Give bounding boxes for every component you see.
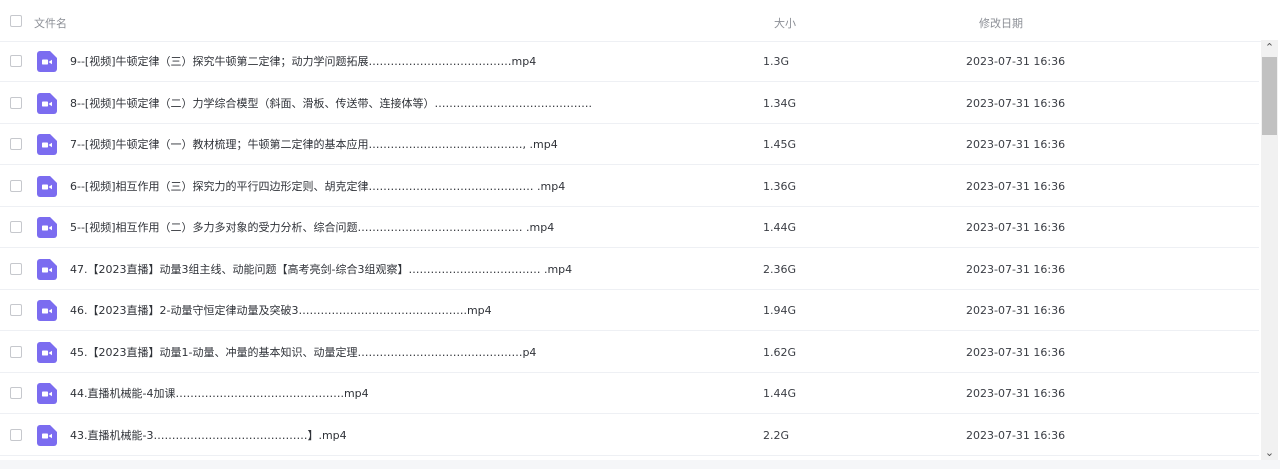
row-checkbox[interactable] [10, 428, 22, 441]
file-modified-date: 2023-07-31 16:36 [966, 138, 1066, 151]
file-modified-date: 2023-07-31 16:36 [966, 179, 1066, 193]
file-size: 1.62G [763, 345, 797, 359]
file-modified-date: 2023-07-31 16:36 [966, 387, 1066, 400]
file-name[interactable]: 6--[视频]相互作用（三）探究力的平行四边形定则、胡克定律…………………………… [70, 179, 650, 194]
row-checkbox[interactable] [10, 387, 22, 399]
scroll-up-arrow-icon[interactable]: ⌃ [1261, 41, 1278, 55]
file-size: 1.44G [763, 387, 797, 400]
row-checkbox[interactable] [10, 304, 22, 316]
video-file-icon [37, 92, 57, 114]
video-file-icon [37, 300, 57, 321]
list-header: 文件名 大小 修改日期 [0, 0, 1262, 42]
file-row[interactable]: 45.【2023直播】动量1-动量、冲量的基本知识、动量定理…………………………… [0, 332, 1259, 373]
file-list: 文件名 大小 修改日期 9--[视频]牛顿定律（三）探究牛顿第二定律；动力学问题… [0, 0, 1280, 469]
file-size: 1.36G [763, 179, 797, 193]
file-row[interactable]: 47.【2023直播】动量3组主线、动能问题【高考亮剑-综合3组观察】……………… [0, 249, 1259, 290]
file-modified-date: 2023-07-31 16:36 [966, 345, 1066, 359]
video-file-icon [37, 217, 57, 238]
file-row[interactable]: 6--[视频]相互作用（三）探究力的平行四边形定则、胡克定律…………………………… [0, 166, 1259, 207]
scroll-thumb[interactable] [1262, 57, 1277, 135]
file-row[interactable]: 46.【2023直播】2-动量守恒定律动量及突破3………………………………………… [0, 290, 1259, 331]
file-row[interactable]: 5--[视频]相互作用（二）多力多对象的受力分析、综合问题……………………………… [0, 207, 1259, 248]
file-modified-date: 2023-07-31 16:36 [966, 262, 1066, 276]
file-size: 1.94G [763, 304, 797, 317]
row-checkbox[interactable] [10, 96, 22, 109]
row-checkbox[interactable] [10, 345, 22, 358]
select-all-checkbox[interactable] [10, 14, 22, 27]
video-file-icon [37, 424, 57, 446]
file-name[interactable]: 45.【2023直播】动量1-动量、冲量的基本知识、动量定理…………………………… [70, 345, 660, 360]
file-row[interactable]: 44.直播机械能-4加课……………………………………….mp4 1.44G 2023… [0, 373, 1259, 414]
file-size: 2.36G [763, 262, 797, 276]
column-header-size[interactable]: 大小 [774, 15, 796, 31]
column-header-name[interactable]: 文件名 [34, 15, 67, 31]
video-file-icon [37, 175, 57, 197]
file-name[interactable]: 9--[视频]牛顿定律（三）探究牛顿第二定律；动力学问题拓展…………………………… [70, 54, 670, 69]
row-checkbox[interactable] [10, 262, 22, 275]
file-row[interactable]: 8--[视频]牛顿定律（二）力学综合模型（斜面、滑板、传送带、连接体等）…………… [0, 83, 1259, 124]
file-name[interactable]: 44.直播机械能-4加课……………………………………….mp4 [70, 386, 425, 401]
file-name[interactable]: 46.【2023直播】2-动量守恒定律动量及突破3………………………………………… [70, 303, 590, 318]
row-checkbox[interactable] [10, 179, 22, 192]
file-row[interactable]: 9--[视频]牛顿定律（三）探究牛顿第二定律；动力学问题拓展…………………………… [0, 41, 1259, 82]
row-checkbox[interactable] [10, 55, 22, 67]
file-row[interactable]: 7--[视频]牛顿定律（一）教材梳理；牛顿第二定律的基本应用…………………………… [0, 124, 1259, 165]
video-file-icon [37, 134, 57, 155]
video-file-icon [37, 383, 57, 404]
file-size: 1.45G [763, 138, 797, 151]
row-checkbox[interactable] [10, 221, 22, 233]
row-checkbox[interactable] [10, 138, 22, 150]
file-name[interactable]: 43.直播机械能-3……………………………………】.mp4 [70, 428, 390, 443]
file-modified-date: 2023-07-31 16:36 [966, 428, 1066, 442]
file-size: 1.44G [763, 221, 797, 234]
file-name[interactable]: 5--[视频]相互作用（二）多力多对象的受力分析、综合问题……………………………… [70, 220, 645, 235]
file-size: 2.2G [763, 428, 790, 442]
file-name[interactable]: 8--[视频]牛顿定律（二）力学综合模型（斜面、滑板、传送带、连接体等）…………… [70, 96, 750, 111]
file-name[interactable]: 7--[视频]牛顿定律（一）教材梳理；牛顿第二定律的基本应用…………………………… [70, 137, 670, 152]
column-header-date[interactable]: 修改日期 [979, 15, 1023, 31]
file-name[interactable]: 47.【2023直播】动量3组主线、动能问题【高考亮剑-综合3组观察】……………… [70, 262, 735, 277]
file-size: 1.3G [763, 55, 790, 68]
file-size: 1.34G [763, 96, 797, 110]
video-file-icon [37, 51, 57, 72]
scroll-down-arrow-icon[interactable]: ⌄ [1261, 446, 1278, 460]
file-modified-date: 2023-07-31 16:36 [966, 304, 1066, 317]
video-file-icon [37, 341, 57, 363]
file-modified-date: 2023-07-31 16:36 [966, 221, 1066, 234]
video-file-icon [37, 258, 57, 280]
file-modified-date: 2023-07-31 16:36 [966, 96, 1066, 110]
file-row[interactable]: 43.直播机械能-3……………………………………】.mp4 2.2G 2023-07… [0, 415, 1259, 456]
bottom-strip [0, 460, 1280, 469]
file-modified-date: 2023-07-31 16:36 [966, 55, 1066, 68]
